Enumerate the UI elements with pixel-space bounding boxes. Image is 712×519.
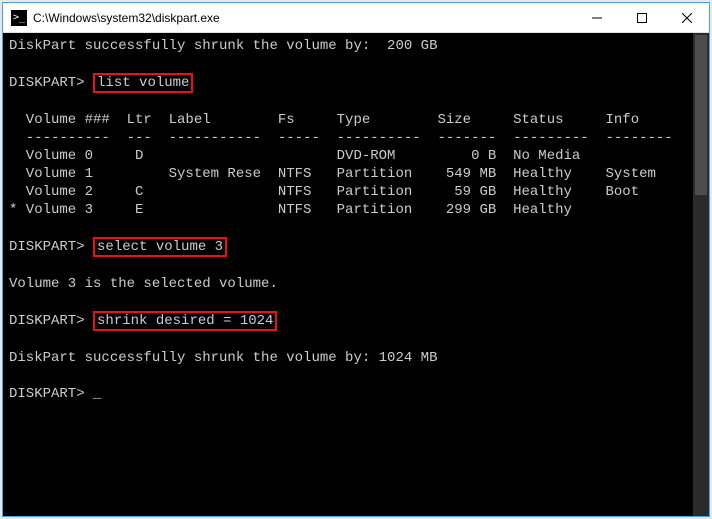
scrollbar[interactable]: [693, 33, 709, 516]
table-header: Volume ### Ltr Label Fs Type Size Status…: [9, 112, 639, 128]
cmd-shrink: shrink desired = 1024: [93, 311, 277, 331]
table-divider: ---------- --- ----------- ----- -------…: [9, 130, 673, 146]
cmd-icon: [11, 10, 27, 26]
maximize-button[interactable]: [619, 3, 664, 32]
titlebar[interactable]: C:\Windows\system32\diskpart.exe: [3, 3, 709, 33]
cursor: _: [93, 386, 101, 402]
table-row: Volume 1 System Rese NTFS Partition 549 …: [9, 166, 656, 182]
table-row: Volume 0 D DVD-ROM 0 B No Media: [9, 148, 580, 164]
output-line: DiskPart successfully shrunk the volume …: [9, 350, 437, 366]
output-line: Volume 3 is the selected volume.: [9, 276, 278, 292]
close-button[interactable]: [664, 3, 709, 32]
table-row: * Volume 3 E NTFS Partition 299 GB Healt…: [9, 202, 572, 218]
prompt: DISKPART>: [9, 313, 85, 329]
window-controls: [574, 3, 709, 32]
terminal[interactable]: DiskPart successfully shrunk the volume …: [3, 33, 709, 516]
prompt: DISKPART>: [9, 239, 85, 255]
cmd-list-volume: list volume: [93, 73, 193, 93]
prompt: DISKPART>: [9, 75, 85, 91]
diskpart-window: C:\Windows\system32\diskpart.exe DiskPar…: [2, 2, 710, 517]
minimize-button[interactable]: [574, 3, 619, 32]
cmd-select-volume: select volume 3: [93, 237, 227, 257]
table-row: Volume 2 C NTFS Partition 59 GB Healthy …: [9, 184, 639, 200]
window-title: C:\Windows\system32\diskpart.exe: [33, 11, 574, 25]
prompt: DISKPART>: [9, 386, 85, 402]
scrollbar-thumb[interactable]: [695, 35, 707, 195]
output-line: DiskPart successfully shrunk the volume …: [9, 38, 437, 54]
